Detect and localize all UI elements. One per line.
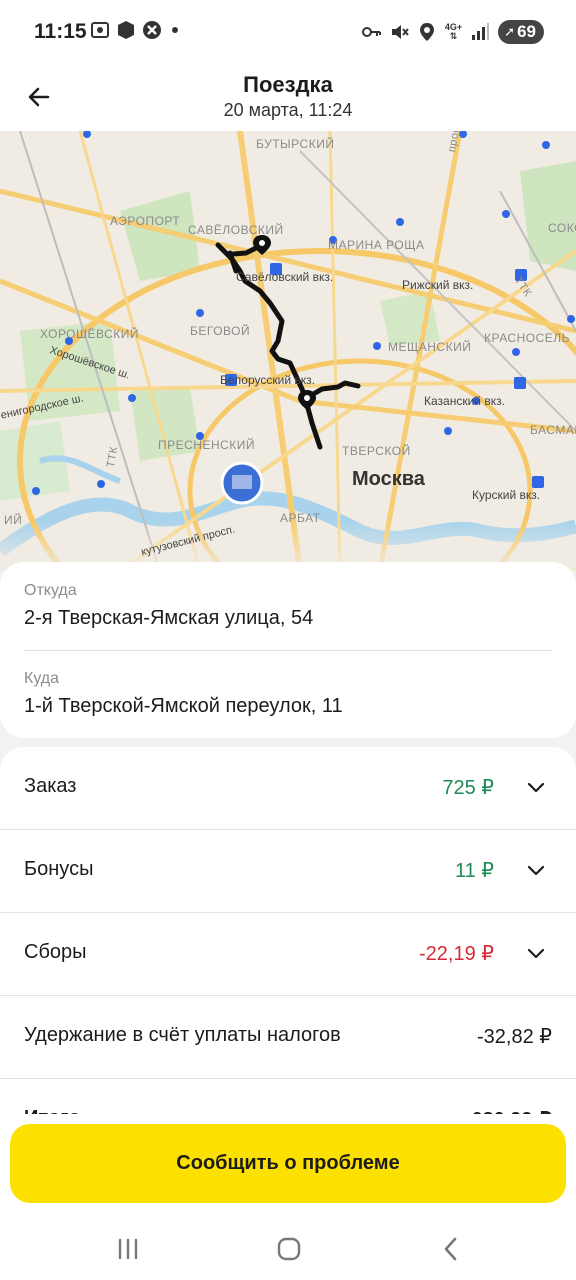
from-label: Откуда xyxy=(24,582,77,599)
data-arrows-icon: ⇅ xyxy=(449,31,458,41)
to-address: 1-й Тверской-Ямской переулок, 11 xyxy=(24,695,343,717)
payment-row-tax: Удержание в счёт уплаты налогов -32,82 ₽ xyxy=(0,996,576,1079)
payment-value: 11 ₽ xyxy=(454,860,494,882)
map-label: АРБАТ xyxy=(280,511,321,525)
battery-level: 69 xyxy=(517,22,536,41)
map-label: КРАСНОСЕЛЬ xyxy=(484,331,571,345)
payment-card: Заказ 725 ₽ Бонусы 11 ₽ Сборы -22,19 ₽ У… xyxy=(0,747,576,1167)
trip-date: 20 марта, 11:24 xyxy=(223,100,353,120)
recent-apps-icon xyxy=(118,1238,138,1260)
map-label: ХОРОШЁВСКИЙ xyxy=(40,327,140,341)
map-label: АЭРОПОРТ xyxy=(110,214,181,228)
app-icon xyxy=(143,21,161,39)
to-label: Куда xyxy=(24,670,60,687)
location-icon xyxy=(419,23,434,41)
map-label: МАРИНА РОЩА xyxy=(328,238,425,252)
home-button[interactable] xyxy=(274,1234,304,1264)
payment-row-fees[interactable]: Сборы -22,19 ₽ xyxy=(0,913,576,996)
screenshot-icon xyxy=(91,22,109,38)
route-map[interactable]: БУТЫРСКИЙ просп. Мир АЭРОПОРТ САВЁЛОВСКИ… xyxy=(0,131,576,571)
map-label: САВЁЛОВСКИЙ xyxy=(188,223,284,237)
map-label: БАСМАН xyxy=(530,423,576,437)
payment-label: Заказ xyxy=(24,775,77,797)
battery-saver-icon: ➚ xyxy=(504,24,516,39)
payment-row-bonuses[interactable]: Бонусы 11 ₽ xyxy=(0,830,576,913)
payment-label: Удержание в счёт уплаты налогов xyxy=(24,1024,341,1046)
map-canvas xyxy=(0,131,576,571)
map-label: БЕГОВОЙ xyxy=(190,324,251,338)
payment-value: -32,82 ₽ xyxy=(477,1026,552,1048)
map-label: БУТЫРСКИЙ xyxy=(256,137,335,151)
payment-value: -22,19 ₽ xyxy=(419,943,494,965)
page-title: Поездка xyxy=(243,72,333,97)
station-label: Казанский вкз. xyxy=(424,394,505,408)
report-problem-button[interactable]: Сообщить о проблеме xyxy=(10,1124,566,1203)
payment-label: Сборы xyxy=(24,941,87,963)
status-right-icons: 4G+ ⇅ ➚ 69 xyxy=(361,20,544,44)
map-label: МЕЩАНСКИЙ xyxy=(388,340,472,354)
chevron-down-icon[interactable] xyxy=(526,860,546,880)
from-address: 2-я Тверская-Ямская улица, 54 xyxy=(24,607,314,629)
network-indicator: 4G+ ⇅ xyxy=(445,23,462,41)
payment-label: Бонусы xyxy=(24,858,94,880)
map-label: ИЙ xyxy=(4,513,23,527)
map-label: СОКО xyxy=(548,221,576,235)
map-label: ТВЕРСКОЙ xyxy=(342,444,411,458)
chevron-down-icon[interactable] xyxy=(526,777,546,797)
station-label: Белорусский вкз. xyxy=(220,373,315,387)
status-time: 11:15 xyxy=(34,20,87,43)
status-left-icons xyxy=(90,20,178,40)
notification-dot xyxy=(172,27,178,33)
mute-icon xyxy=(391,25,409,39)
home-icon xyxy=(277,1237,301,1261)
map-label: ПРЕСНЕНСКИЙ xyxy=(158,438,256,452)
station-label: Савёловский вкз. xyxy=(236,270,334,284)
end-pin-icon xyxy=(298,390,316,410)
station-label: Курский вкз. xyxy=(472,488,541,502)
trip-details-screen: 11:15 4G+ ⇅ ➚ 69 Поездка 20 марта, 11:24… xyxy=(0,0,576,1280)
recent-apps-button[interactable] xyxy=(113,1234,143,1264)
nav-back-icon xyxy=(444,1237,457,1261)
payment-value: 725 ₽ xyxy=(442,777,494,799)
divider xyxy=(24,650,552,651)
status-bar: 11:15 4G+ ⇅ ➚ 69 xyxy=(0,0,576,64)
system-nav-bar xyxy=(0,1210,576,1280)
header: Поездка 20 марта, 11:24 xyxy=(0,64,576,131)
key-icon xyxy=(361,27,381,37)
city-label: Москва xyxy=(352,468,425,490)
chevron-down-icon[interactable] xyxy=(526,943,546,963)
nav-back-button[interactable] xyxy=(436,1234,466,1264)
battery-indicator: ➚ 69 xyxy=(498,20,544,44)
station-label: Рижский вкз. xyxy=(402,278,474,292)
cube-icon xyxy=(118,21,134,39)
address-card: Откуда 2-я Тверская-Ямская улица, 54 Куд… xyxy=(0,562,576,738)
signal-icon xyxy=(472,23,490,40)
payment-row-order[interactable]: Заказ 725 ₽ xyxy=(0,747,576,830)
